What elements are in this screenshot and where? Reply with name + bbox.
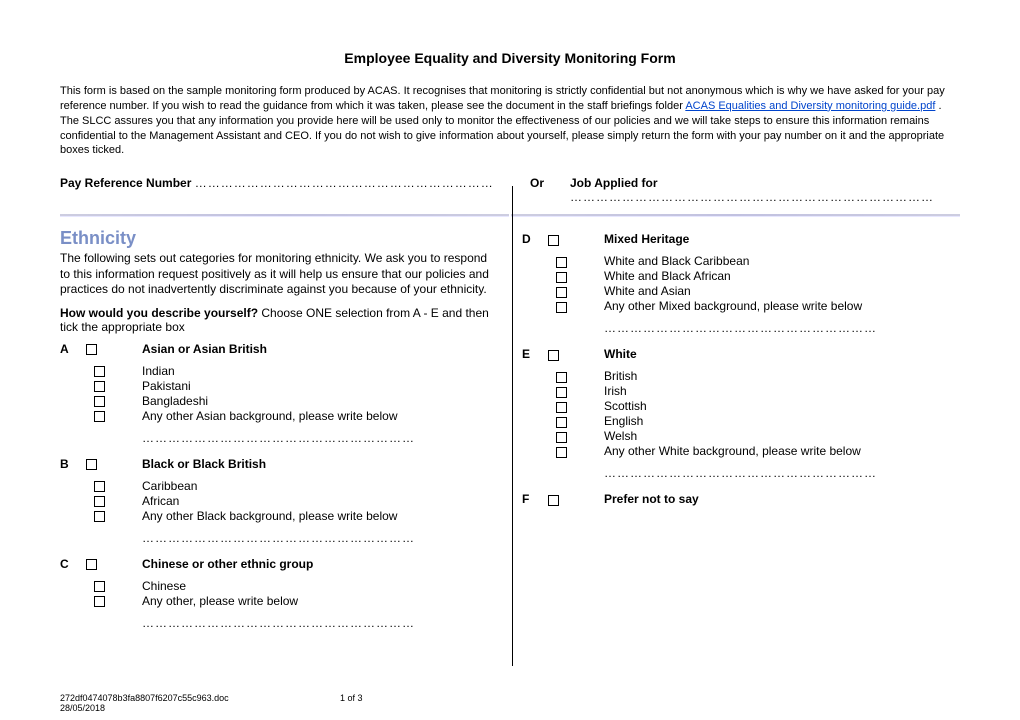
group-c: C Chinese or other ethnic group <box>60 557 498 573</box>
pay-ref-label: Pay Reference Number <box>60 176 191 190</box>
group-letter: F <box>522 492 548 508</box>
checkbox-b-caribbean[interactable] <box>94 481 105 492</box>
write-in-c[interactable]: ……………………………………………………… <box>142 616 498 630</box>
checkbox-a-pakistani[interactable] <box>94 381 105 392</box>
checkbox-e-welsh[interactable] <box>556 432 567 443</box>
checkbox-a-bangladeshi[interactable] <box>94 396 105 407</box>
opt-label: English <box>604 414 643 428</box>
job-applied-field[interactable]: ………………………………………………………………………… <box>570 190 934 204</box>
group-d-title: Mixed Heritage <box>604 232 960 246</box>
ethnicity-blurb: The following sets out categories for mo… <box>60 251 498 298</box>
opt-label: Welsh <box>604 429 637 443</box>
opt-label: Bangladeshi <box>142 394 208 408</box>
checkbox-d-wbc[interactable] <box>556 257 567 268</box>
footer-page-number: 1 of 3 <box>340 694 363 704</box>
checkbox-b-african[interactable] <box>94 496 105 507</box>
group-f-title: Prefer not to say <box>604 492 960 506</box>
opt-label: Pakistani <box>142 379 191 393</box>
right-column: D Mixed Heritage White and Black Caribbe… <box>522 226 960 642</box>
checkbox-e-irish[interactable] <box>556 387 567 398</box>
group-letter: A <box>60 342 86 358</box>
two-column-area: Ethnicity The following sets out categor… <box>60 226 960 642</box>
group-b-title: Black or Black British <box>142 457 498 471</box>
checkbox-c-other[interactable] <box>94 596 105 607</box>
opt-label: British <box>604 369 637 383</box>
opt-label: Any other Mixed background, please write… <box>604 299 862 313</box>
opt-label: Irish <box>604 384 627 398</box>
vertical-rule <box>512 186 513 666</box>
checkbox-a-indian[interactable] <box>94 366 105 377</box>
write-in-b[interactable]: ……………………………………………………… <box>142 531 498 545</box>
ethnicity-heading: Ethnicity <box>60 228 498 249</box>
checkbox-d-other[interactable] <box>556 302 567 313</box>
checkbox-group-b[interactable] <box>86 459 97 470</box>
opt-label: Chinese <box>142 579 186 593</box>
opt-label: Any other Black background, please write… <box>142 509 397 523</box>
group-a-title: Asian or Asian British <box>142 342 498 356</box>
ethnicity-question: How would you describe yourself? Choose … <box>60 306 498 334</box>
group-c-title: Chinese or other ethnic group <box>142 557 498 571</box>
checkbox-a-other[interactable] <box>94 411 105 422</box>
opt-label: Any other White background, please write… <box>604 444 861 458</box>
reference-row: Pay Reference Number …………………………………………………… <box>60 176 960 204</box>
checkbox-d-wba[interactable] <box>556 272 567 283</box>
opt-label: White and Black Caribbean <box>604 254 749 268</box>
page-footer: 272df0474078b3fa8807f6207c55c963.doc 1 o… <box>60 694 940 714</box>
divider <box>60 214 960 218</box>
group-letter: B <box>60 457 86 473</box>
group-d: D Mixed Heritage <box>522 232 960 248</box>
checkbox-e-english[interactable] <box>556 417 567 428</box>
opt-label: African <box>142 494 179 508</box>
group-f: F Prefer not to say <box>522 492 960 508</box>
checkbox-e-scottish[interactable] <box>556 402 567 413</box>
or-label: Or <box>530 176 570 204</box>
checkbox-group-c[interactable] <box>86 559 97 570</box>
checkbox-e-other[interactable] <box>556 447 567 458</box>
group-letter: D <box>522 232 548 248</box>
write-in-d[interactable]: ……………………………………………………… <box>604 321 960 335</box>
left-column: Ethnicity The following sets out categor… <box>60 226 498 642</box>
footer-date: 28/05/2018 <box>60 703 105 713</box>
form-title: Employee Equality and Diversity Monitori… <box>60 50 960 66</box>
write-in-a[interactable]: ……………………………………………………… <box>142 431 498 445</box>
write-in-e[interactable]: ……………………………………………………… <box>604 466 960 480</box>
opt-label: Any other Asian background, please write… <box>142 409 398 423</box>
checkbox-group-f[interactable] <box>548 495 559 506</box>
intro-paragraph: This form is based on the sample monitor… <box>60 84 960 158</box>
page: Employee Equality and Diversity Monitori… <box>0 0 1020 720</box>
checkbox-group-d[interactable] <box>548 235 559 246</box>
guidance-link[interactable]: ACAS Equalities and Diversity monitoring… <box>685 100 935 112</box>
group-letter: C <box>60 557 86 573</box>
opt-label: White and Asian <box>604 284 691 298</box>
group-e-title: White <box>604 347 960 361</box>
checkbox-group-e[interactable] <box>548 350 559 361</box>
opt-label: Any other, please write below <box>142 594 298 608</box>
checkbox-c-chinese[interactable] <box>94 581 105 592</box>
opt-label: White and Black African <box>604 269 731 283</box>
question-bold: How would you describe yourself? <box>60 306 258 320</box>
checkbox-d-wa[interactable] <box>556 287 567 298</box>
footer-filename: 272df0474078b3fa8807f6207c55c963.doc <box>60 693 229 703</box>
pay-ref-field[interactable]: …………………………………………………………… <box>195 176 494 190</box>
group-e: E White <box>522 347 960 363</box>
opt-label: Scottish <box>604 399 647 413</box>
group-a: A Asian or Asian British <box>60 342 498 358</box>
checkbox-group-a[interactable] <box>86 344 97 355</box>
checkbox-e-british[interactable] <box>556 372 567 383</box>
checkbox-b-other[interactable] <box>94 511 105 522</box>
opt-label: Caribbean <box>142 479 197 493</box>
opt-label: Indian <box>142 364 175 378</box>
group-letter: E <box>522 347 548 363</box>
job-applied-label: Job Applied for <box>570 176 658 190</box>
group-b: B Black or Black British <box>60 457 498 473</box>
